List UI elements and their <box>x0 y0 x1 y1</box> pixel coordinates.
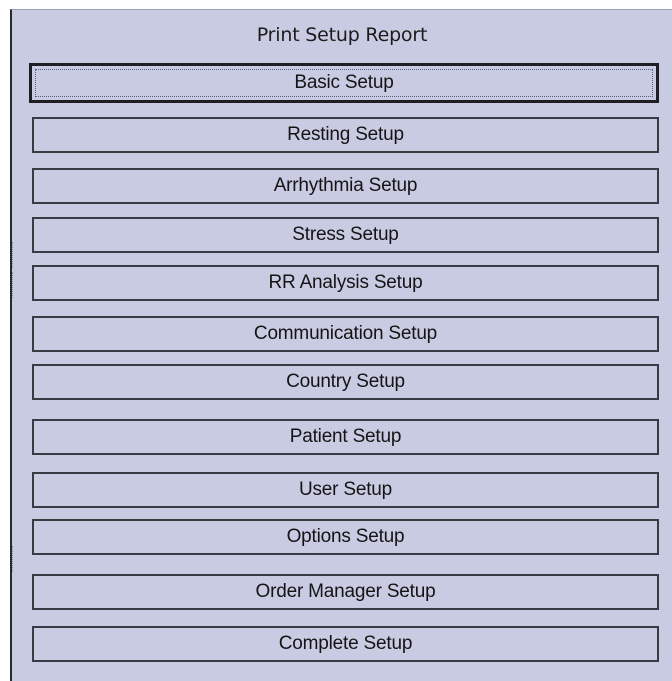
button-label: Stress Setup <box>292 224 399 245</box>
left-edge-mark <box>12 546 17 572</box>
left-edge-mark <box>12 272 17 298</box>
print-setup-report-dialog: Print Setup Report Basic Setup Resting S… <box>10 9 672 681</box>
button-label: User Setup <box>298 479 393 500</box>
button-label: Communication Setup <box>253 323 438 344</box>
dialog-title: Print Setup Report <box>256 24 428 46</box>
rr-analysis-setup-button[interactable]: RR Analysis Setup <box>32 265 659 301</box>
button-label: Basic Setup <box>294 72 394 93</box>
button-label: Country Setup <box>286 371 405 392</box>
button-label: Options Setup <box>286 526 405 547</box>
button-label: Resting Setup <box>287 124 404 145</box>
button-label: RR Analysis Setup <box>268 272 423 293</box>
button-label: Order Manager Setup <box>255 581 436 602</box>
patient-setup-button[interactable]: Patient Setup <box>32 419 659 455</box>
options-setup-button[interactable]: Options Setup <box>32 519 659 555</box>
stress-setup-button[interactable]: Stress Setup <box>32 217 659 253</box>
left-edge-mark <box>12 242 17 268</box>
communication-setup-button[interactable]: Communication Setup <box>32 316 659 352</box>
order-manager-setup-button[interactable]: Order Manager Setup <box>32 574 659 610</box>
resting-setup-button[interactable]: Resting Setup <box>32 117 659 153</box>
complete-setup-button[interactable]: Complete Setup <box>32 626 659 662</box>
basic-setup-button[interactable]: Basic Setup <box>29 63 659 103</box>
country-setup-button[interactable]: Country Setup <box>32 364 659 400</box>
arrhythmia-setup-button[interactable]: Arrhythmia Setup <box>32 168 659 204</box>
user-setup-button[interactable]: User Setup <box>32 472 659 508</box>
button-label: Arrhythmia Setup <box>273 175 418 196</box>
button-label: Complete Setup <box>278 633 413 654</box>
button-label: Patient Setup <box>289 426 402 447</box>
